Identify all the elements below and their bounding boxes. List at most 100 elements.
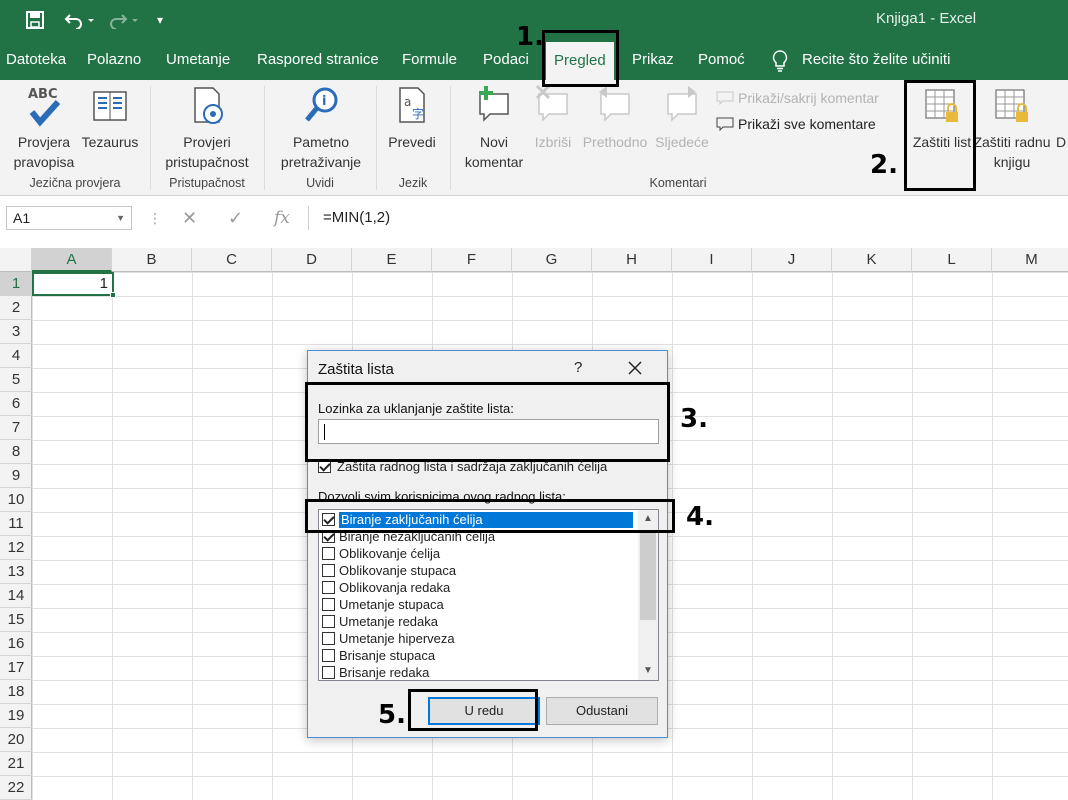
row-header[interactable]: 5: [0, 368, 32, 392]
column-header[interactable]: K: [832, 248, 912, 272]
column-header[interactable]: M: [992, 248, 1068, 272]
column-header[interactable]: B: [112, 248, 192, 272]
row-header[interactable]: 22: [0, 776, 32, 800]
tab-pomoc[interactable]: Pomoć: [698, 40, 745, 80]
column-header[interactable]: J: [752, 248, 832, 272]
permission-checkbox[interactable]: [322, 666, 335, 679]
scroll-thumb[interactable]: [640, 530, 656, 620]
tell-me-box[interactable]: Recite što želite učiniti: [802, 40, 950, 80]
row-header[interactable]: 7: [0, 416, 32, 440]
column-header[interactable]: C: [192, 248, 272, 272]
magnifier-icon: i: [305, 87, 338, 122]
redo-icon[interactable]: [104, 0, 142, 40]
ribbon-overflow-button[interactable]: D: [1056, 132, 1068, 152]
check-accessibility-button[interactable]: Provjeri pristupačnost: [158, 84, 256, 172]
formula-input[interactable]: =MIN(1,2): [308, 206, 1068, 230]
show-all-comments-button[interactable]: Prikaži sve komentare: [716, 116, 876, 132]
row-header[interactable]: 10: [0, 488, 32, 512]
cancel-icon[interactable]: ✕: [182, 208, 197, 229]
row-header[interactable]: 8: [0, 440, 32, 464]
permission-item[interactable]: Brisanje redaka: [319, 664, 639, 680]
row-header[interactable]: 16: [0, 632, 32, 656]
column-header[interactable]: D: [272, 248, 352, 272]
protect-workbook-button[interactable]: Zaštiti radnu knjigu: [972, 84, 1052, 172]
help-button[interactable]: ?: [574, 359, 582, 376]
document-title: Knjiga1 - Excel: [876, 10, 977, 27]
row-header[interactable]: 4: [0, 344, 32, 368]
close-icon[interactable]: [628, 361, 642, 378]
permission-checkbox[interactable]: [322, 649, 335, 662]
column-header[interactable]: I: [672, 248, 752, 272]
show-hide-comment-button[interactable]: Prikaži/sakrij komentar: [716, 90, 879, 106]
tab-datoteka[interactable]: Datoteka: [6, 40, 66, 80]
column-header[interactable]: A: [32, 248, 112, 272]
column-header[interactable]: G: [512, 248, 592, 272]
column-header[interactable]: H: [592, 248, 672, 272]
new-comment-button[interactable]: Novi komentar: [460, 84, 528, 172]
name-box[interactable]: A1 ▼: [6, 206, 132, 230]
row-header[interactable]: 13: [0, 560, 32, 584]
row-header[interactable]: 6: [0, 392, 32, 416]
undo-icon[interactable]: [60, 0, 98, 40]
permission-item[interactable]: Oblikovanja redaka: [319, 579, 639, 596]
chevron-down-icon[interactable]: ▼: [116, 207, 125, 229]
permission-item[interactable]: Umetanje hiperveza: [319, 630, 639, 647]
row-header[interactable]: 18: [0, 680, 32, 704]
permission-item[interactable]: Oblikovanje stupaca: [319, 562, 639, 579]
fill-handle[interactable]: [110, 292, 116, 298]
group-label-comments: Komentari: [649, 176, 707, 190]
row-header[interactable]: 9: [0, 464, 32, 488]
delete-comment-button[interactable]: Izbriši: [530, 84, 576, 152]
cancel-button[interactable]: Odustani: [546, 697, 658, 725]
group-label-proofing: Jezična provjera: [29, 176, 121, 190]
tab-umetanje[interactable]: Umetanje: [166, 40, 230, 80]
row-header[interactable]: 1: [0, 272, 32, 296]
enter-icon[interactable]: ✓: [228, 208, 243, 229]
customize-qat-icon[interactable]: ▾: [152, 0, 168, 40]
tab-formule[interactable]: Formule: [402, 40, 457, 80]
permissions-list[interactable]: Biranje zaključanih ćelija Biranje nezakl…: [318, 509, 659, 681]
scroll-down-icon[interactable]: ▼: [638, 662, 658, 680]
permission-checkbox[interactable]: [322, 598, 335, 611]
group-label-insights: Uvidi: [306, 176, 334, 190]
tab-prikaz[interactable]: Prikaz: [632, 40, 674, 80]
next-comment-button[interactable]: Sljedeće: [652, 84, 712, 152]
permission-checkbox[interactable]: [322, 581, 335, 594]
row-header[interactable]: 3: [0, 320, 32, 344]
permission-checkbox[interactable]: [322, 564, 335, 577]
tab-raspored-stranice[interactable]: Raspored stranice: [257, 40, 379, 80]
row-header[interactable]: 14: [0, 584, 32, 608]
row-header[interactable]: 17: [0, 656, 32, 680]
thesaurus-button[interactable]: Tezaurus: [78, 84, 142, 152]
previous-comment-button[interactable]: Prethodno: [578, 84, 652, 152]
column-header[interactable]: L: [912, 248, 992, 272]
save-icon[interactable]: [22, 0, 48, 40]
column-header[interactable]: F: [432, 248, 512, 272]
tab-polazno[interactable]: Polazno: [87, 40, 141, 80]
row-header[interactable]: 21: [0, 752, 32, 776]
permission-item[interactable]: Brisanje stupaca: [319, 647, 639, 664]
permission-checkbox[interactable]: [322, 632, 335, 645]
list-scrollbar[interactable]: ▲ ▼: [638, 510, 658, 680]
translate-button[interactable]: a字 Prevedi: [384, 84, 440, 152]
accessibility-label: Provjeri pristupačnost: [165, 134, 249, 170]
insert-function-icon[interactable]: fx: [274, 208, 290, 228]
row-header[interactable]: 19: [0, 704, 32, 728]
row-header[interactable]: 15: [0, 608, 32, 632]
row-header[interactable]: 12: [0, 536, 32, 560]
delete-comment-icon: [535, 84, 568, 122]
column-header[interactable]: E: [352, 248, 432, 272]
spelling-button[interactable]: ABC Provjera pravopisa: [8, 84, 80, 172]
permission-label: Brisanje redaka: [339, 664, 430, 680]
permission-item[interactable]: Umetanje stupaca: [319, 596, 639, 613]
row-header[interactable]: 11: [0, 512, 32, 536]
permission-checkbox[interactable]: [322, 615, 335, 628]
row-header[interactable]: 2: [0, 296, 32, 320]
smart-lookup-button[interactable]: i Pametno pretraživanje: [274, 84, 368, 172]
permission-checkbox[interactable]: [322, 547, 335, 560]
permission-item[interactable]: Umetanje redaka: [319, 613, 639, 630]
select-all-button[interactable]: [0, 248, 32, 272]
row-header[interactable]: 20: [0, 728, 32, 752]
permission-item[interactable]: Oblikovanje ćelija: [319, 545, 639, 562]
cell-a1[interactable]: 1: [32, 272, 116, 298]
